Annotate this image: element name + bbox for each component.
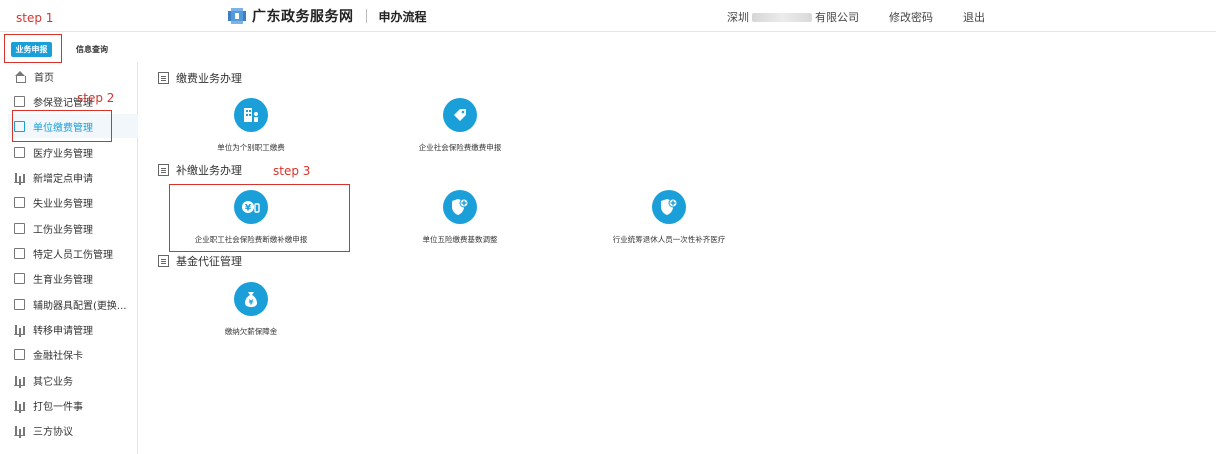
page-subtitle: 申办流程 bbox=[378, 9, 427, 24]
building-icon bbox=[234, 98, 268, 132]
sidebar-item-maternity[interactable]: 生育业务管理 bbox=[8, 266, 138, 290]
sidebar-item-work-injury[interactable]: 工伤业务管理 bbox=[8, 216, 138, 240]
sidebar-item-label: 辅助器具配置(更换... bbox=[33, 300, 127, 312]
sidebar-item-label: 生育业务管理 bbox=[33, 274, 93, 286]
brand: 广东政务服务网 申办流程 bbox=[228, 6, 427, 26]
section-title-text: 补缴业务办理 bbox=[176, 164, 242, 177]
sidebar-item-label: 失业业务管理 bbox=[33, 198, 93, 210]
sidebar-item-assistive-devices[interactable]: 辅助器具配置(更换... bbox=[8, 292, 138, 316]
card-wage-guarantee[interactable]: ¥ 缴纳欠薪保障金 bbox=[161, 282, 341, 342]
step-3-highlight bbox=[169, 184, 350, 252]
sidebar-item-label: 其它业务 bbox=[33, 376, 73, 388]
card-individual-payment[interactable]: 单位为个别职工缴费 bbox=[161, 98, 341, 158]
company-name: 深圳 有限公司 bbox=[727, 9, 859, 25]
document-icon bbox=[14, 272, 25, 284]
sidebar-item-new-designated[interactable]: 新增定点申请 bbox=[8, 165, 138, 189]
section-title-fund-collection: 基金代征管理 bbox=[158, 253, 242, 269]
sidebar-item-label: 三方协议 bbox=[33, 426, 73, 438]
shield-plus-icon bbox=[652, 190, 686, 224]
bar-chart-icon bbox=[14, 375, 25, 386]
sidebar-item-transfer[interactable]: 转移申请管理 bbox=[8, 317, 138, 341]
sidebar-item-label: 特定人员工伤管理 bbox=[33, 249, 113, 261]
sidebar-item-label: 工伤业务管理 bbox=[33, 224, 93, 236]
step-1-highlight bbox=[4, 34, 62, 63]
document-icon bbox=[14, 298, 25, 310]
tag-icon bbox=[443, 98, 477, 132]
document-icon bbox=[14, 247, 25, 259]
bar-chart-icon bbox=[14, 324, 25, 335]
sidebar-item-label: 首页 bbox=[34, 72, 54, 84]
section-title-payment: 缴费业务办理 bbox=[158, 70, 242, 86]
sidebar-item-label: 金融社保卡 bbox=[33, 350, 83, 362]
divider bbox=[365, 9, 367, 23]
main-content: 缴费业务办理 单位为个别职工缴费 企业社会保险费缴费申报 补缴业务办理 ¥ 企业… bbox=[146, 62, 1216, 454]
change-password-link[interactable]: 修改密码 bbox=[889, 9, 933, 25]
shield-plus-icon bbox=[443, 190, 477, 224]
company-prefix: 深圳 bbox=[727, 11, 749, 24]
card-base-adjustment[interactable]: 单位五险缴费基数调整 bbox=[370, 190, 550, 250]
document-icon bbox=[14, 146, 25, 158]
sidebar-item-label: 医疗业务管理 bbox=[33, 148, 93, 160]
bar-chart-icon bbox=[14, 425, 25, 436]
sidebar-item-label: 新增定点申请 bbox=[33, 173, 93, 185]
card-label: 缴纳欠薪保障金 bbox=[224, 327, 278, 336]
sidebar-item-home[interactable]: 首页 bbox=[8, 64, 138, 88]
document-icon bbox=[158, 72, 169, 84]
sidebar-item-medical[interactable]: 医疗业务管理 bbox=[8, 140, 138, 164]
card-retiree-medical[interactable]: 行业统筹退休人员一次性补齐医疗 bbox=[579, 190, 759, 250]
svg-text:¥: ¥ bbox=[249, 299, 254, 307]
bar-chart-icon bbox=[14, 172, 25, 183]
sidebar-item-special-injury[interactable]: 特定人员工伤管理 bbox=[8, 241, 138, 265]
step-1-annotation: step 1 bbox=[16, 11, 54, 25]
top-header: 广东政务服务网 申办流程 深圳 有限公司 修改密码 退出 bbox=[0, 0, 1216, 32]
section-title-text: 缴费业务办理 bbox=[176, 72, 242, 85]
tab-bar: 业务申报 信息查询 bbox=[0, 38, 1216, 60]
document-icon bbox=[158, 255, 169, 267]
home-icon bbox=[14, 70, 26, 83]
sidebar-item-other[interactable]: 其它业务 bbox=[8, 368, 138, 392]
money-bag-icon: ¥ bbox=[234, 282, 268, 316]
bar-chart-icon bbox=[14, 400, 25, 411]
card-label: 企业社会保险费缴费申报 bbox=[418, 143, 502, 152]
logout-link[interactable]: 退出 bbox=[963, 9, 985, 25]
site-logo-icon bbox=[228, 8, 246, 24]
card-label: 行业统筹退休人员一次性补齐医疗 bbox=[612, 235, 726, 244]
card-enterprise-declaration[interactable]: 企业社会保险费缴费申报 bbox=[370, 98, 550, 158]
sidebar-item-label: 打包一件事 bbox=[33, 401, 83, 413]
sidebar-item-tripartite[interactable]: 三方协议 bbox=[8, 418, 138, 442]
tab-info-query[interactable]: 信息查询 bbox=[76, 44, 108, 55]
document-icon bbox=[14, 222, 25, 234]
site-title: 广东政务服务网 bbox=[252, 9, 354, 25]
sidebar-item-social-card[interactable]: 金融社保卡 bbox=[8, 342, 138, 366]
company-suffix: 有限公司 bbox=[815, 11, 859, 24]
document-icon bbox=[14, 196, 25, 208]
document-icon bbox=[158, 164, 169, 176]
section-title-supplementary: 补缴业务办理 bbox=[158, 162, 242, 178]
sidebar-item-unemployment[interactable]: 失业业务管理 bbox=[8, 190, 138, 214]
document-icon bbox=[14, 348, 25, 360]
card-label: 单位五险缴费基数调整 bbox=[422, 235, 498, 244]
step-2-annotation: step 2 bbox=[77, 91, 115, 105]
document-icon bbox=[14, 95, 25, 107]
redacted-text bbox=[752, 12, 812, 22]
step-3-annotation: step 3 bbox=[273, 164, 311, 178]
user-toolbar: 深圳 有限公司 修改密码 退出 bbox=[727, 9, 985, 25]
sidebar-item-label: 转移申请管理 bbox=[33, 325, 93, 337]
step-2-highlight bbox=[12, 110, 112, 142]
section-title-text: 基金代征管理 bbox=[176, 255, 242, 268]
sidebar-item-bundle[interactable]: 打包一件事 bbox=[8, 393, 138, 417]
card-label: 单位为个别职工缴费 bbox=[217, 143, 285, 152]
